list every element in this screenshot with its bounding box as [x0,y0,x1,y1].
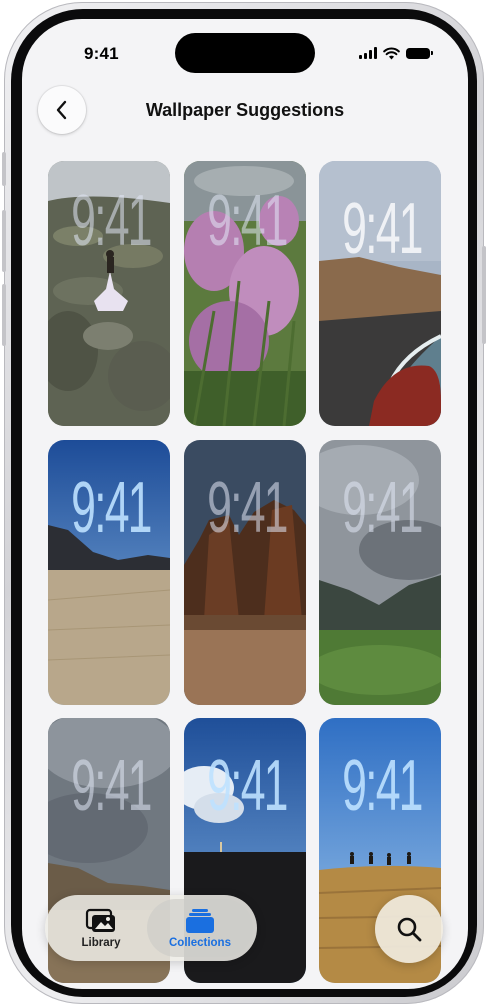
tab-library-label: Library [81,936,121,949]
dynamic-island [175,33,315,73]
tab-collections[interactable]: Collections [147,899,253,957]
lockscreen-clock: 9:41 [342,468,423,548]
tab-bar: Library Collections [45,895,257,961]
page-title: Wallpaper Suggestions [145,100,345,120]
tab-collections-label: Collections [169,936,231,949]
tab-library[interactable]: Library [49,899,153,957]
lockscreen-clock: 9:41 [207,746,288,826]
cellular-signal-icon [359,47,377,59]
lockscreen-clock: 9:41 [207,181,288,261]
lockscreen-clock: 9:41 [71,181,152,261]
lockscreen-clock: 9:41 [71,468,152,548]
lockscreen-clock: 9:41 [342,746,423,826]
search-button[interactable] [375,895,443,963]
photo-stack-icon [85,908,115,932]
wallpaper-tile[interactable]: 9:41 [184,440,306,705]
wallpaper-tile[interactable]: 9:41 [319,161,441,426]
magnifying-glass-icon [397,917,422,942]
collections-icon [186,908,214,933]
wifi-icon [383,46,400,59]
volume-down-button [2,284,6,346]
action-button [2,152,6,186]
wallpaper-tile[interactable]: 9:41 [184,161,306,426]
power-button [482,246,486,344]
status-icons [359,44,433,62]
status-time: 9:41 [84,44,119,63]
volume-up-button [2,210,6,272]
wallpaper-tile[interactable]: 9:41 [48,440,170,705]
screen: 9:41 Wallpaper Suggestions 9:41 9:41 9:4… [22,19,468,989]
lockscreen-clock: 9:41 [207,468,288,548]
wallpaper-tile[interactable]: 9:41 [319,440,441,705]
lockscreen-clock: 9:41 [71,746,152,826]
battery-icon [406,47,433,59]
wallpaper-tile[interactable]: 9:41 [48,161,170,426]
lockscreen-clock: 9:41 [342,189,423,269]
